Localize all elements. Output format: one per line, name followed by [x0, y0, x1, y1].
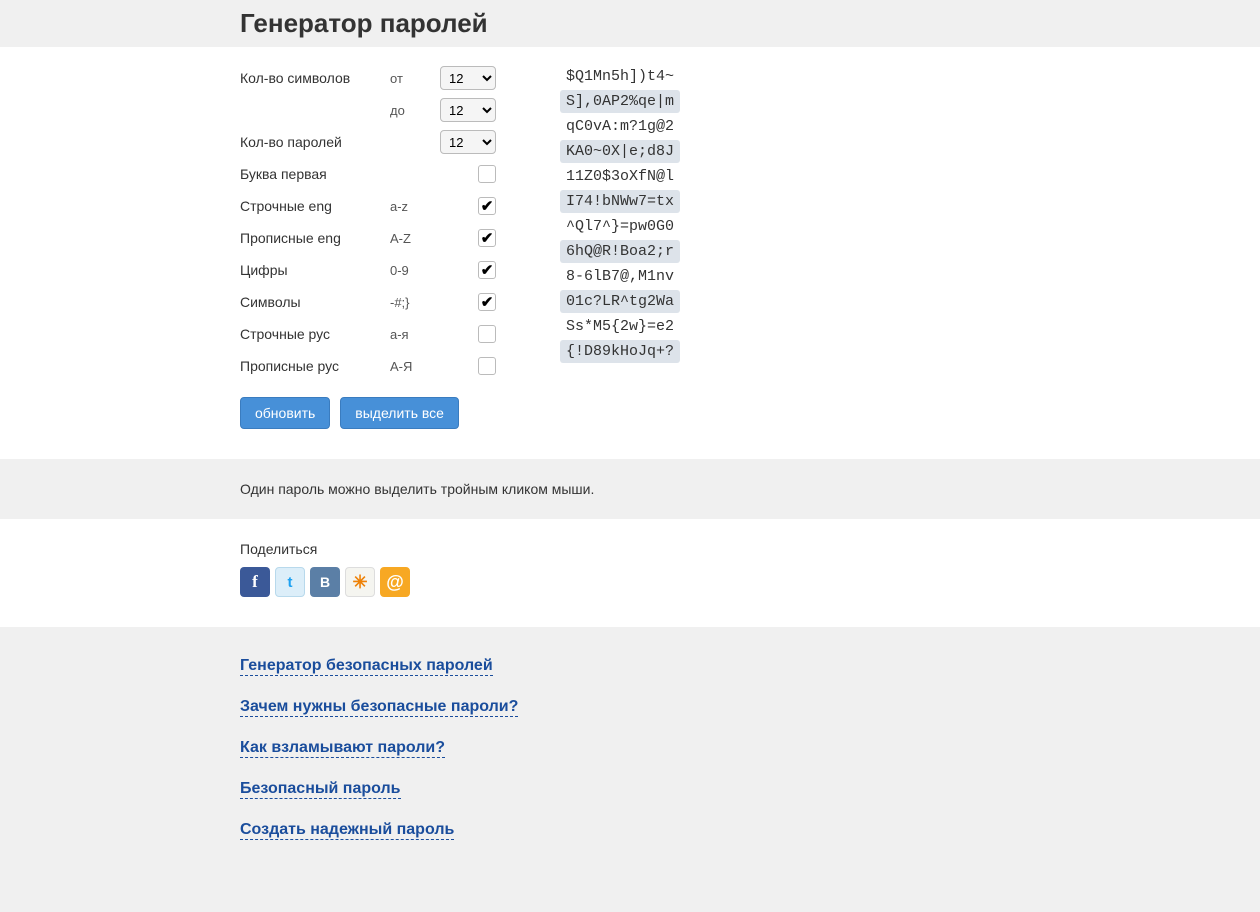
faq-link[interactable]: Как взламывают пароли? — [240, 739, 445, 758]
option-label: Цифры — [240, 262, 390, 278]
password-row[interactable]: I74!bNWw7=tx — [560, 190, 680, 213]
password-row[interactable]: 8-6lB7@,M1nv — [560, 265, 680, 288]
faq-link[interactable]: Безопасный пароль — [240, 780, 401, 799]
password-list: $Q1Mn5h])t4~S],0AP2%qe|mqC0vA:m?1g@2KA0~… — [560, 65, 680, 429]
option-checkbox[interactable]: ✔ — [478, 197, 496, 215]
option-checkbox[interactable]: ✔ — [478, 229, 496, 247]
option-hint: а-я — [390, 327, 436, 342]
option-checkbox[interactable]: ✔ — [478, 261, 496, 279]
option-checkbox[interactable] — [478, 165, 496, 183]
odnoklassniki-icon[interactable]: ✳ — [345, 567, 375, 597]
option-label: Буква первая — [240, 166, 390, 182]
share-label: Поделиться — [240, 541, 1020, 557]
option-label: Строчные eng — [240, 198, 390, 214]
password-row[interactable]: 01c?LR^tg2Wa — [560, 290, 680, 313]
select-all-button[interactable]: выделить все — [340, 397, 459, 429]
faq-link[interactable]: Генератор безопасных паролей — [240, 657, 493, 676]
option-checkbox[interactable]: ✔ — [478, 293, 496, 311]
password-row[interactable]: KA0~0X|e;d8J — [560, 140, 680, 163]
password-row[interactable]: $Q1Mn5h])t4~ — [560, 65, 680, 88]
option-label: Строчные рус — [240, 326, 390, 342]
faq-link[interactable]: Зачем нужны безопасные пароли? — [240, 698, 518, 717]
password-row[interactable]: ^Ql7^}=pw0G0 — [560, 215, 680, 238]
char-count-label: Кол-во символов — [240, 70, 390, 86]
option-hint: 0-9 — [390, 263, 436, 278]
hint-text: Один пароль можно выделить тройным клико… — [240, 481, 1020, 497]
pw-count-label: Кол-во паролей — [240, 134, 390, 150]
option-hint: А-Я — [390, 359, 436, 374]
settings-form: Кол-во символов от 12 до 12 — [240, 65, 520, 429]
char-count-to-select[interactable]: 12 — [440, 98, 496, 122]
mailru-icon[interactable]: @ — [380, 567, 410, 597]
faq-link[interactable]: Создать надежный пароль — [240, 821, 454, 840]
twitter-icon[interactable]: t — [275, 567, 305, 597]
option-label: Символы — [240, 294, 390, 310]
char-from-hint: от — [390, 71, 436, 86]
refresh-button[interactable]: обновить — [240, 397, 330, 429]
option-hint: -#;} — [390, 295, 436, 310]
facebook-icon[interactable]: f — [240, 567, 270, 597]
vk-icon[interactable]: B — [310, 567, 340, 597]
pw-count-select[interactable]: 12 — [440, 130, 496, 154]
char-to-hint: до — [390, 103, 436, 118]
password-row[interactable]: S],0AP2%qe|m — [560, 90, 680, 113]
password-row[interactable]: Ss*M5{2w}=e2 — [560, 315, 680, 338]
page-title: Генератор паролей — [240, 8, 1020, 39]
char-count-from-select[interactable]: 12 — [440, 66, 496, 90]
password-row[interactable]: 6hQ@R!Boa2;r — [560, 240, 680, 263]
option-checkbox[interactable] — [478, 357, 496, 375]
option-hint: A-Z — [390, 231, 436, 246]
password-row[interactable]: qC0vA:m?1g@2 — [560, 115, 680, 138]
password-row[interactable]: {!D89kHoJq+? — [560, 340, 680, 363]
option-label: Прописные рус — [240, 358, 390, 374]
option-label: Прописные eng — [240, 230, 390, 246]
password-row[interactable]: 11Z0$3oXfN@l — [560, 165, 680, 188]
option-checkbox[interactable] — [478, 325, 496, 343]
option-hint: a-z — [390, 199, 436, 214]
